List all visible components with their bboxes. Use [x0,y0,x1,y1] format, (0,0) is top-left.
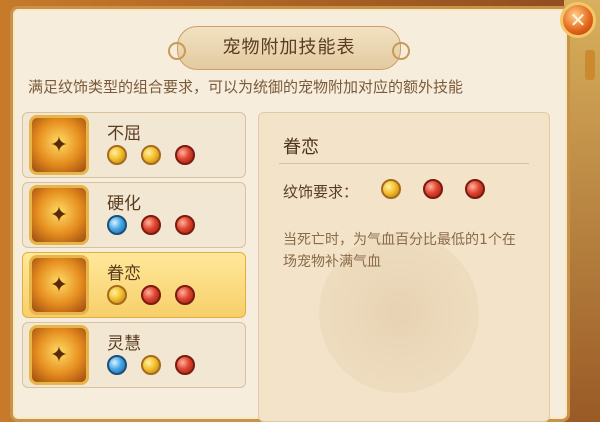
dialog-title-plate: 宠物附加技能表 [168,26,410,70]
detail-divider [279,163,529,164]
skill-detail-panel: 眷恋 纹饰要求： 当死亡时，为气血百分比最低的1个在场宠物补满气血 [258,112,550,422]
hanging-ornament [585,50,595,80]
red-gem-icon [423,179,443,199]
skill-item-juanlian[interactable]: ✦ 眷恋 [22,252,246,318]
red-gem-icon [175,145,195,165]
skill-name: 不屈 [107,124,141,144]
requirement-label: 纹饰要求： [283,183,359,201]
gold-gem-icon [141,355,161,375]
red-gem-icon [175,285,195,305]
gold-gem-icon [107,285,127,305]
skill-item-yinghua[interactable]: ✦ 硬化 [22,182,246,248]
skill-list[interactable]: ✦ 不屈 ✦ 硬化 ✦ 眷恋 ✦ 灵慧 [22,112,250,422]
skill-name: 硬化 [107,194,141,214]
red-gem-icon [141,215,161,235]
blue-gem-icon [107,215,127,235]
gold-gem-icon [141,145,161,165]
close-x-icon: ✕ [569,8,587,32]
pet-skill-icon: ✦ [29,255,89,315]
pet-skill-icon: ✦ [29,325,89,385]
gem-slots [107,145,209,169]
gem-slots [107,355,209,379]
gold-gem-icon [381,179,401,199]
skill-item-linghui[interactable]: ✦ 灵慧 [22,322,246,388]
close-button[interactable]: ✕ [560,2,596,38]
skill-name: 灵慧 [107,334,141,354]
red-gem-icon [175,215,195,235]
blue-gem-icon [107,355,127,375]
title-flourish-left [168,42,186,60]
red-gem-icon [175,355,195,375]
pet-skill-icon: ✦ [29,115,89,175]
red-gem-icon [141,285,161,305]
gem-slots [107,285,209,309]
pet-skill-icon: ✦ [29,185,89,245]
requirement-gems [381,179,507,203]
dialog-subtitle: 满足纹饰类型的组合要求，可以为统御的宠物附加对应的额外技能 [28,78,464,96]
detail-skill-name: 眷恋 [283,137,319,158]
red-gem-icon [465,179,485,199]
gem-slots [107,215,209,239]
title-flourish-right [392,42,410,60]
skill-name: 眷恋 [107,264,141,284]
gold-gem-icon [107,145,127,165]
skill-description: 当死亡时，为气血百分比最低的1个在场宠物补满气血 [283,232,516,270]
dialog-title: 宠物附加技能表 [222,37,356,58]
skill-item-buqu[interactable]: ✦ 不屈 [22,112,246,178]
